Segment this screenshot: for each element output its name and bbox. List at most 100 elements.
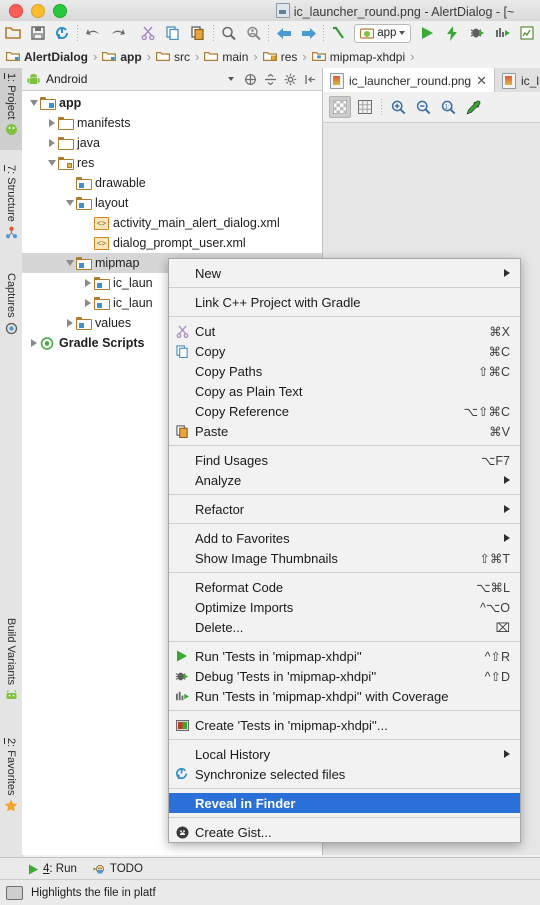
tree-node-layout[interactable]: layout (22, 193, 322, 213)
redo-icon[interactable] (105, 22, 130, 44)
menu-item-show-image-thumbnails[interactable]: Show Image Thumbnails ⇧⌘T (169, 548, 520, 568)
resource-folder-icon (76, 177, 92, 190)
tree-node-app[interactable]: app (22, 93, 322, 113)
menu-item-run-tests-with-coverage[interactable]: Run 'Tests in 'mipmap-xhdpi'' with Cover… (169, 686, 520, 706)
menu-item-create-tests-config[interactable]: Create 'Tests in 'mipmap-xhdpi''... (169, 715, 520, 735)
menu-item-reformat-code[interactable]: Reformat Code ⌥⌘L (169, 577, 520, 597)
undo-icon[interactable] (80, 22, 105, 44)
color-picker-icon[interactable] (462, 96, 484, 118)
back-arrow-icon[interactable] (271, 22, 296, 44)
tree-node-manifests[interactable]: manifests (22, 113, 322, 133)
toggle-grid-icon[interactable] (354, 96, 376, 118)
breadcrumb-item-mipmap-xhdpi[interactable]: mipmap-xhdpi (311, 50, 405, 64)
menu-item-link-cpp-project-with-gradle[interactable]: Link C++ Project with Gradle (169, 292, 520, 312)
menu-item-cut[interactable]: Cut ⌘X (169, 321, 520, 341)
menu-item-find-usages[interactable]: Find Usages ⌥F7 (169, 450, 520, 470)
tool-window-todo[interactable]: TODO (93, 863, 143, 875)
menu-item-add-to-favorites[interactable]: Add to Favorites (169, 528, 520, 548)
collapse-all-icon[interactable] (263, 72, 278, 87)
title-bar: ic_launcher_round.png - AlertDialog - [~ (0, 0, 540, 22)
debug-icon[interactable] (465, 22, 490, 44)
twisty-open-icon[interactable] (46, 160, 58, 166)
zoom-out-icon[interactable] (412, 96, 434, 118)
hide-panel-icon[interactable] (303, 72, 318, 87)
sidebar-item-favorites[interactable]: 2: Favorites (0, 733, 22, 831)
last-edit-icon[interactable] (326, 22, 351, 44)
twisty-closed-icon[interactable] (28, 339, 40, 347)
sidebar-item-captures[interactable]: Captures (0, 268, 22, 352)
breadcrumb-item-res[interactable]: res (262, 50, 297, 64)
menu-item-delete[interactable]: Delete... ⌧ (169, 617, 520, 637)
menu-separator (169, 287, 520, 288)
cut-icon[interactable] (135, 22, 160, 44)
menu-item-refactor[interactable]: Refactor (169, 499, 520, 519)
sync-icon[interactable] (50, 22, 75, 44)
twisty-closed-icon[interactable] (82, 299, 94, 307)
menu-item-copy-reference[interactable]: Copy Reference ⌥⇧⌘C (169, 401, 520, 421)
tree-node-label: drawable (95, 176, 146, 190)
menu-item-run-tests[interactable]: Run 'Tests in 'mipmap-xhdpi'' ^⇧R (169, 646, 520, 666)
paste-icon[interactable] (186, 22, 211, 44)
settings-gear-icon[interactable] (283, 72, 298, 87)
menu-item-local-history[interactable]: Local History (169, 744, 520, 764)
tree-node-java[interactable]: java (22, 133, 322, 153)
editor-tab-ic-launcher-png[interactable]: ic_l (495, 69, 540, 92)
replace-icon[interactable] (241, 22, 266, 44)
breadcrumb-item-src[interactable]: src (156, 50, 190, 64)
tree-node-activity-main-alert-dialog-xml[interactable]: <> activity_main_alert_dialog.xml (22, 213, 322, 233)
breadcrumb-item-app[interactable]: app (102, 50, 142, 64)
save-all-icon[interactable] (25, 22, 50, 44)
coverage-icon[interactable] (490, 22, 515, 44)
scroll-from-source-icon[interactable] (243, 72, 258, 87)
sidebar-item-structure[interactable]: 7: Structure (0, 160, 22, 260)
tool-window-run[interactable]: 4: Run (28, 863, 77, 875)
twisty-closed-icon[interactable] (46, 139, 58, 147)
menu-item-optimize-imports[interactable]: Optimize Imports ^⌥O (169, 597, 520, 617)
project-view-selector-label[interactable]: Android (46, 72, 218, 86)
twisty-open-icon[interactable] (28, 100, 40, 106)
breadcrumb-item-alertdialog[interactable]: AlertDialog (6, 50, 88, 64)
menu-item-debug-tests[interactable]: Debug 'Tests in 'mipmap-xhdpi'' ^⇧D (169, 666, 520, 686)
menu-item-copy[interactable]: Copy ⌘C (169, 341, 520, 361)
tree-node-drawable[interactable]: drawable (22, 173, 322, 193)
twisty-closed-icon[interactable] (82, 279, 94, 287)
menu-item-copy-paths[interactable]: Copy Paths ⇧⌘C (169, 361, 520, 381)
find-icon[interactable] (216, 22, 241, 44)
status-monitor-icon (6, 885, 23, 900)
menu-item-label: Show Image Thumbnails (195, 550, 338, 566)
menu-item-reveal-in-finder[interactable]: Reveal in Finder (169, 793, 520, 813)
twisty-open-icon[interactable] (64, 260, 76, 266)
menu-item-analyze[interactable]: Analyze (169, 470, 520, 490)
captures-icon (5, 322, 18, 335)
run-configuration-selector[interactable]: app (354, 23, 412, 43)
menu-item-synchronize-selected-files[interactable]: Synchronize selected files (169, 764, 520, 784)
submenu-arrow-icon (504, 505, 510, 513)
twisty-open-icon[interactable] (64, 200, 76, 206)
toolbar-separator (77, 25, 79, 41)
menu-item-new[interactable]: New (169, 263, 520, 283)
run-icon[interactable] (414, 22, 439, 44)
twisty-closed-icon[interactable] (64, 319, 76, 327)
breadcrumb-item-main[interactable]: main (204, 50, 248, 64)
zoom-actual-size-icon[interactable]: 1:1 (437, 96, 459, 118)
tree-node-dialog-prompt-user-xml[interactable]: <> dialog_prompt_user.xml (22, 233, 322, 253)
zoom-in-icon[interactable] (387, 96, 409, 118)
twisty-closed-icon[interactable] (46, 119, 58, 127)
menu-item-copy-as-plain-text[interactable]: Copy as Plain Text (169, 381, 520, 401)
folder-icon (58, 117, 74, 130)
menu-item-label: Find Usages (195, 452, 268, 468)
menu-item-paste[interactable]: Paste ⌘V (169, 421, 520, 441)
chevron-down-icon[interactable] (223, 72, 238, 87)
toggle-chessboard-icon[interactable] (329, 96, 351, 118)
sidebar-item-build-variants[interactable]: Build Variants (0, 613, 22, 725)
copy-icon[interactable] (161, 22, 186, 44)
profile-icon[interactable] (515, 22, 540, 44)
menu-item-create-gist[interactable]: Create Gist... (169, 822, 520, 842)
close-icon[interactable]: ✕ (476, 74, 487, 87)
editor-tab-ic-launcher-round-png[interactable]: ic_launcher_round.png ✕ (323, 68, 495, 92)
forward-arrow-icon[interactable] (296, 22, 321, 44)
apply-changes-icon[interactable] (440, 22, 465, 44)
tree-node-res[interactable]: res (22, 153, 322, 173)
open-folder-icon[interactable] (0, 22, 25, 44)
sidebar-item-project[interactable]: 1: Project (0, 68, 22, 150)
